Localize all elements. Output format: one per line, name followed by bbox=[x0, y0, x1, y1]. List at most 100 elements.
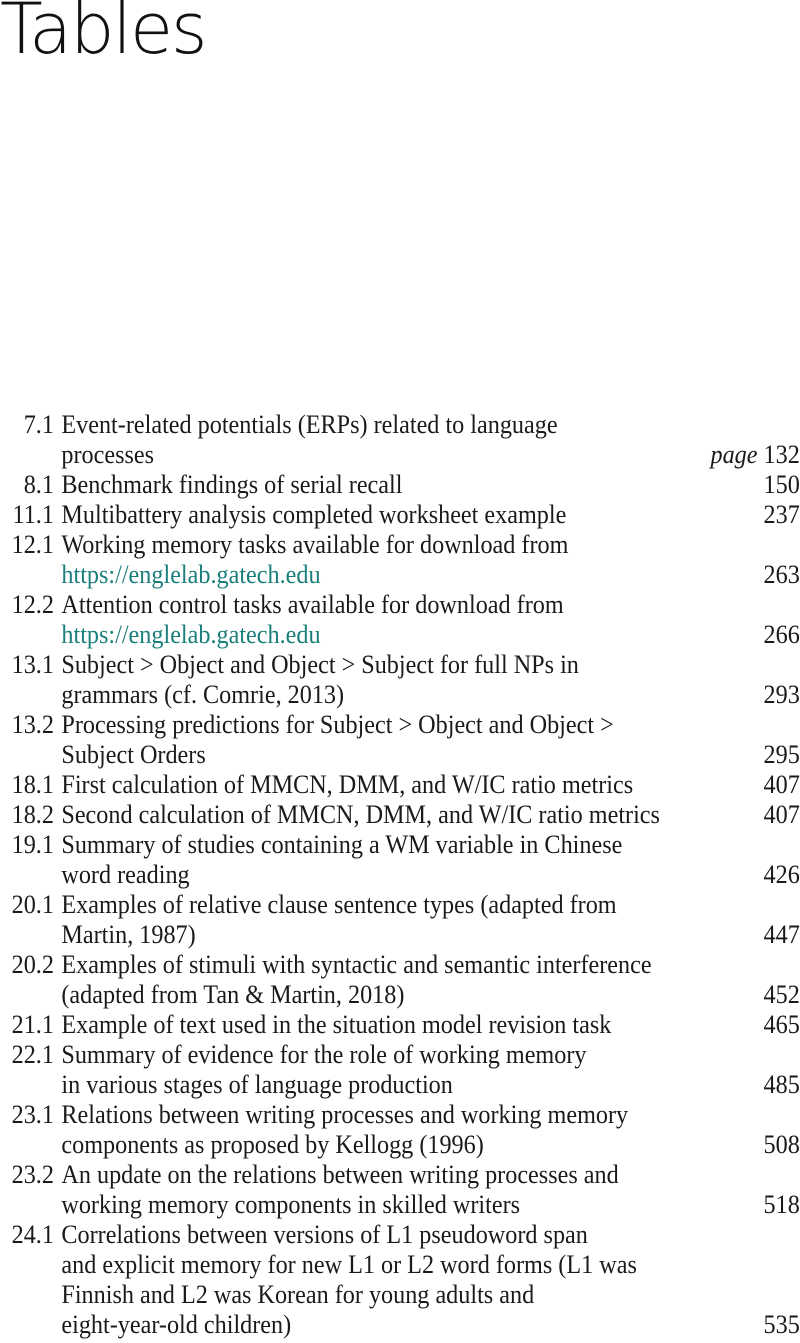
table-number: 18.2 bbox=[11, 800, 54, 829]
page-number[interactable]: 535 bbox=[764, 1310, 800, 1340]
table-entry[interactable]: 12.2 Attention control tasks available fo… bbox=[0, 590, 800, 650]
table-caption: First calculation of MMCN, DMM, and W/IC… bbox=[61, 770, 799, 800]
table-entry[interactable]: 21.1 Example of text used in the situatio… bbox=[0, 1010, 800, 1040]
page-number[interactable]: 452 bbox=[764, 980, 800, 1010]
caption-line: Summary of studies containing a WM varia… bbox=[61, 830, 623, 859]
page-number[interactable]: page 132 bbox=[710, 440, 799, 470]
table-entry[interactable]: 23.1 Relations between writing processes … bbox=[0, 1100, 800, 1160]
table-entry[interactable]: 13.1 Subject > Object and Object > Subjec… bbox=[0, 650, 800, 710]
caption-line: Martin, 1987) bbox=[61, 920, 196, 949]
table-entry[interactable]: 24.1 Correlations between versions of L1 … bbox=[0, 1220, 800, 1340]
table-number: 13.1 bbox=[11, 650, 54, 679]
table-caption: Subject > Object and Object > Subject fo… bbox=[61, 650, 799, 710]
table-entry[interactable]: 23.2 An update on the relations between w… bbox=[0, 1160, 800, 1220]
table-number: 20.1 bbox=[11, 890, 54, 919]
page-number[interactable]: 447 bbox=[764, 920, 800, 950]
table-caption: Working memory tasks available for downl… bbox=[61, 530, 799, 590]
caption-line: Example of text used in the situation mo… bbox=[61, 1010, 612, 1039]
page-number[interactable]: 266 bbox=[764, 620, 800, 650]
table-number: 12.1 bbox=[11, 530, 54, 559]
table-number: 21.1 bbox=[11, 1010, 54, 1039]
table-number: 24.1 bbox=[11, 1220, 54, 1249]
caption-line: Subject > Object and Object > Subject fo… bbox=[61, 650, 579, 679]
page-number[interactable]: 407 bbox=[764, 770, 800, 800]
table-caption: Relations between writing processes and … bbox=[61, 1100, 799, 1160]
caption-line: Relations between writing processes and … bbox=[61, 1100, 629, 1129]
table-number: 23.1 bbox=[11, 1100, 54, 1129]
url-link[interactable]: https://englelab.gatech.edu bbox=[61, 620, 727, 650]
page-number[interactable]: 293 bbox=[764, 680, 800, 710]
page-title: Tables bbox=[0, 0, 207, 70]
table-caption: Processing predictions for Subject > Obj… bbox=[61, 710, 799, 770]
caption-line: working memory components in skilled wri… bbox=[61, 1190, 521, 1219]
table-caption: Examples of relative clause sentence typ… bbox=[61, 890, 799, 950]
table-entry[interactable]: 20.1 Examples of relative clause sentence… bbox=[0, 890, 800, 950]
table-entry[interactable]: 18.1 First calculation of MMCN, DMM, and … bbox=[0, 770, 800, 800]
page-number[interactable]: 407 bbox=[764, 800, 800, 830]
table-caption: An update on the relations between writi… bbox=[61, 1160, 799, 1220]
caption-line: Multibattery analysis completed workshee… bbox=[61, 500, 567, 529]
caption-line: processes bbox=[61, 440, 155, 469]
caption-line: in various stages of language production bbox=[61, 1070, 453, 1099]
table-number: 23.2 bbox=[11, 1160, 54, 1189]
caption-line: Attention control tasks available for do… bbox=[61, 590, 564, 619]
table-caption: Examples of stimuli with syntactic and s… bbox=[61, 950, 799, 1010]
caption-line: and explicit memory for new L1 or L2 wor… bbox=[61, 1250, 637, 1279]
caption-line: Second calculation of MMCN, DMM, and W/I… bbox=[61, 800, 660, 829]
table-caption: Benchmark findings of serial recall bbox=[61, 470, 799, 500]
table-caption: Summary of evidence for the role of work… bbox=[61, 1040, 799, 1100]
caption-line: First calculation of MMCN, DMM, and W/IC… bbox=[61, 770, 634, 799]
caption-line: Subject Orders bbox=[61, 740, 206, 769]
caption-line: Event-related potentials (ERPs) related … bbox=[61, 410, 558, 439]
caption-line: components as proposed by Kellogg (1996) bbox=[61, 1130, 484, 1159]
caption-line: (adapted from Tan & Martin, 2018) bbox=[61, 980, 405, 1009]
caption-line: eight-year-old children) bbox=[61, 1310, 292, 1339]
table-entry[interactable]: 22.1 Summary of evidence for the role of … bbox=[0, 1040, 800, 1100]
page-number[interactable]: 508 bbox=[764, 1130, 800, 1160]
caption-line: Examples of relative clause sentence typ… bbox=[61, 890, 617, 919]
table-entry[interactable]: 11.1 Multibattery analysis completed work… bbox=[0, 500, 800, 530]
list-of-tables: 7.1 Event-related potentials (ERPs) relat… bbox=[0, 410, 800, 1340]
table-caption: Event-related potentials (ERPs) related … bbox=[61, 410, 799, 470]
page-number[interactable]: 518 bbox=[764, 1190, 800, 1220]
url-link[interactable]: https://englelab.gatech.edu bbox=[61, 560, 727, 590]
table-entry[interactable]: 12.1 Working memory tasks available for d… bbox=[0, 530, 800, 590]
caption-line: Examples of stimuli with syntactic and s… bbox=[61, 950, 652, 979]
table-caption: Example of text used in the situation mo… bbox=[61, 1010, 799, 1040]
page-number[interactable]: 237 bbox=[764, 500, 800, 530]
caption-line: word reading bbox=[61, 860, 190, 889]
caption-line: Working memory tasks available for downl… bbox=[61, 530, 569, 559]
table-entry[interactable]: 13.2 Processing predictions for Subject >… bbox=[0, 710, 800, 770]
table-number: 8.1 bbox=[23, 470, 54, 499]
table-number: 20.2 bbox=[11, 950, 54, 979]
table-entry[interactable]: 8.1 Benchmark findings of serial recall 15… bbox=[0, 470, 800, 500]
table-caption: Correlations between versions of L1 pseu… bbox=[61, 1220, 799, 1340]
table-number: 11.1 bbox=[12, 500, 54, 529]
table-number: 18.1 bbox=[11, 770, 54, 799]
caption-line: Correlations between versions of L1 pseu… bbox=[61, 1220, 588, 1249]
page-number[interactable]: 150 bbox=[764, 470, 800, 500]
table-caption: Second calculation of MMCN, DMM, and W/I… bbox=[61, 800, 799, 830]
table-number: 12.2 bbox=[11, 590, 54, 619]
table-entry[interactable]: 19.1 Summary of studies containing a WM v… bbox=[0, 830, 800, 890]
table-entry[interactable]: 7.1 Event-related potentials (ERPs) relat… bbox=[0, 410, 800, 470]
table-caption: Attention control tasks available for do… bbox=[61, 590, 799, 650]
table-number: 19.1 bbox=[11, 830, 54, 859]
page-prefix: page bbox=[710, 440, 764, 469]
table-entry[interactable]: 20.2 Examples of stimuli with syntactic a… bbox=[0, 950, 800, 1010]
page-number[interactable]: 465 bbox=[764, 1010, 800, 1040]
table-number: 22.1 bbox=[11, 1040, 54, 1069]
table-caption: Multibattery analysis completed workshee… bbox=[61, 500, 799, 530]
table-number: 7.1 bbox=[23, 410, 54, 439]
page-number[interactable]: 295 bbox=[764, 740, 800, 770]
page-number[interactable]: 485 bbox=[764, 1070, 800, 1100]
caption-line: Benchmark findings of serial recall bbox=[61, 470, 403, 499]
table-number: 13.2 bbox=[11, 710, 54, 739]
page-number[interactable]: 426 bbox=[764, 860, 800, 890]
table-caption: Summary of studies containing a WM varia… bbox=[61, 830, 799, 890]
caption-line: Summary of evidence for the role of work… bbox=[61, 1040, 587, 1069]
caption-line: Processing predictions for Subject > Obj… bbox=[61, 710, 614, 739]
caption-line: An update on the relations between writi… bbox=[61, 1160, 619, 1189]
page-number[interactable]: 263 bbox=[764, 560, 800, 590]
table-entry[interactable]: 18.2 Second calculation of MMCN, DMM, and… bbox=[0, 800, 800, 830]
